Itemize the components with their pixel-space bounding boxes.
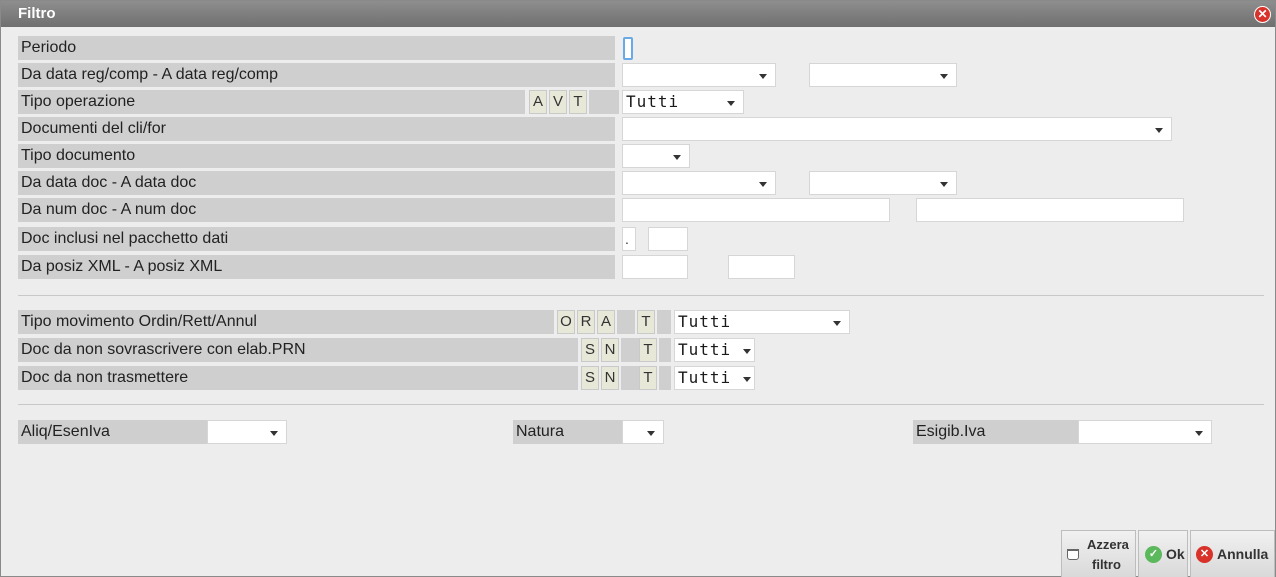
sovrascrivere-select[interactable]: Tutti (674, 338, 755, 362)
cancel-icon: ✕ (1196, 546, 1213, 563)
label-spacer (617, 310, 635, 334)
chevron-down-icon (270, 431, 278, 436)
doc-inclusi-separator: . (625, 231, 629, 247)
close-icon[interactable]: ✕ (1254, 6, 1271, 23)
code-cell[interactable]: S (581, 338, 599, 362)
data-doc-from-select[interactable] (622, 171, 776, 195)
code-cell[interactable]: T (569, 90, 587, 114)
code-cell[interactable]: R (577, 310, 595, 334)
chevron-down-icon (743, 377, 751, 382)
chevron-down-icon (673, 155, 681, 160)
check-icon: ✓ (1145, 546, 1162, 563)
code-cell[interactable]: O (557, 310, 575, 334)
label-tipo-movimento: Tipo movimento Ordin/Rett/Annul (18, 310, 554, 334)
data-reg-from-select[interactable] (622, 63, 776, 87)
label-doc-non-sovrascrivere: Doc da non sovrascrivere con elab.PRN (18, 338, 578, 362)
azzera-filtro-button[interactable]: Azzera filtro (1061, 530, 1136, 577)
code-cell[interactable]: N (601, 338, 619, 362)
label-num-doc: Da num doc - A num doc (18, 198, 615, 222)
doc-inclusi-input-1[interactable]: . (622, 227, 636, 251)
code-cell[interactable]: A (597, 310, 615, 334)
trasmettere-value: Tutti (678, 368, 732, 387)
tipo-movimento-value: Tutti (678, 312, 732, 331)
num-doc-to-input[interactable] (916, 198, 1184, 222)
code-cell[interactable]: A (529, 90, 547, 114)
chevron-down-icon (940, 182, 948, 187)
label-tipo-operazione: Tipo operazione (18, 90, 525, 114)
label-esigib-iva: Esigib.Iva (913, 420, 1078, 444)
trasmettere-select[interactable]: Tutti (674, 366, 755, 390)
label-data-reg: Da data reg/comp - A data reg/comp (18, 63, 615, 87)
window-title: Filtro (18, 5, 56, 22)
label-spacer (621, 366, 639, 390)
posiz-xml-from-input[interactable] (622, 255, 688, 279)
num-doc-from-input[interactable] (622, 198, 890, 222)
label-aliq-esen-iva: Aliq/EsenIva (18, 420, 207, 444)
doc-inclusi-input-2[interactable] (648, 227, 688, 251)
chevron-down-icon (727, 101, 735, 106)
code-cell[interactable]: T (639, 338, 657, 362)
label-data-doc: Da data doc - A data doc (18, 171, 615, 195)
chevron-down-icon (759, 74, 767, 79)
annulla-button[interactable]: ✕ Annulla (1190, 530, 1275, 577)
tipo-operazione-select[interactable]: Tutti (622, 90, 744, 114)
label-posiz-xml: Da posiz XML - A posiz XML (18, 255, 615, 279)
esigib-iva-select[interactable] (1078, 420, 1212, 444)
label-natura: Natura (513, 420, 622, 444)
divider (18, 404, 1264, 405)
chevron-down-icon (940, 74, 948, 79)
chevron-down-icon (759, 182, 767, 187)
code-cell[interactable]: S (581, 366, 599, 390)
label-spacer (621, 338, 639, 362)
eraser-icon (1067, 549, 1079, 560)
chevron-down-icon (743, 349, 751, 354)
code-cell[interactable]: T (639, 366, 657, 390)
tipo-operazione-value: Tutti (626, 92, 680, 111)
label-spacer (659, 338, 671, 362)
ok-label: Ok (1166, 546, 1185, 562)
chevron-down-icon (833, 321, 841, 326)
code-cell[interactable]: V (549, 90, 567, 114)
aliq-esen-iva-select[interactable] (207, 420, 287, 444)
documenti-clifor-select[interactable] (622, 117, 1172, 141)
label-spacer (659, 366, 671, 390)
azzera-label-1: Azzera (1087, 537, 1129, 552)
tipo-movimento-select[interactable]: Tutti (674, 310, 850, 334)
chevron-down-icon (647, 431, 655, 436)
label-spacer (589, 90, 619, 114)
annulla-label: Annulla (1217, 546, 1269, 562)
label-documenti-clifor: Documenti del cli/for (18, 117, 615, 141)
sovrascrivere-value: Tutti (678, 340, 732, 359)
chevron-down-icon (1195, 431, 1203, 436)
label-periodo: Periodo (18, 36, 615, 60)
posiz-xml-to-input[interactable] (728, 255, 795, 279)
code-cell[interactable]: N (601, 366, 619, 390)
code-cell[interactable]: T (637, 310, 655, 334)
ok-button[interactable]: ✓ Ok (1138, 530, 1188, 577)
chevron-down-icon (1155, 128, 1163, 133)
divider (18, 295, 1264, 296)
natura-select[interactable] (622, 420, 664, 444)
data-reg-to-select[interactable] (809, 63, 957, 87)
label-doc-inclusi: Doc inclusi nel pacchetto dati (18, 227, 615, 251)
filter-dialog: Filtro ✕ Periodo Da data reg/comp - A da… (0, 0, 1276, 577)
label-tipo-documento: Tipo documento (18, 144, 615, 168)
label-spacer (657, 310, 671, 334)
periodo-input[interactable] (623, 37, 633, 60)
tipo-documento-select[interactable] (622, 144, 690, 168)
title-bar: Filtro ✕ (1, 1, 1275, 27)
data-doc-to-select[interactable] (809, 171, 957, 195)
label-doc-non-trasmettere: Doc da non trasmettere (18, 366, 578, 390)
azzera-label-2: filtro (1092, 557, 1121, 572)
